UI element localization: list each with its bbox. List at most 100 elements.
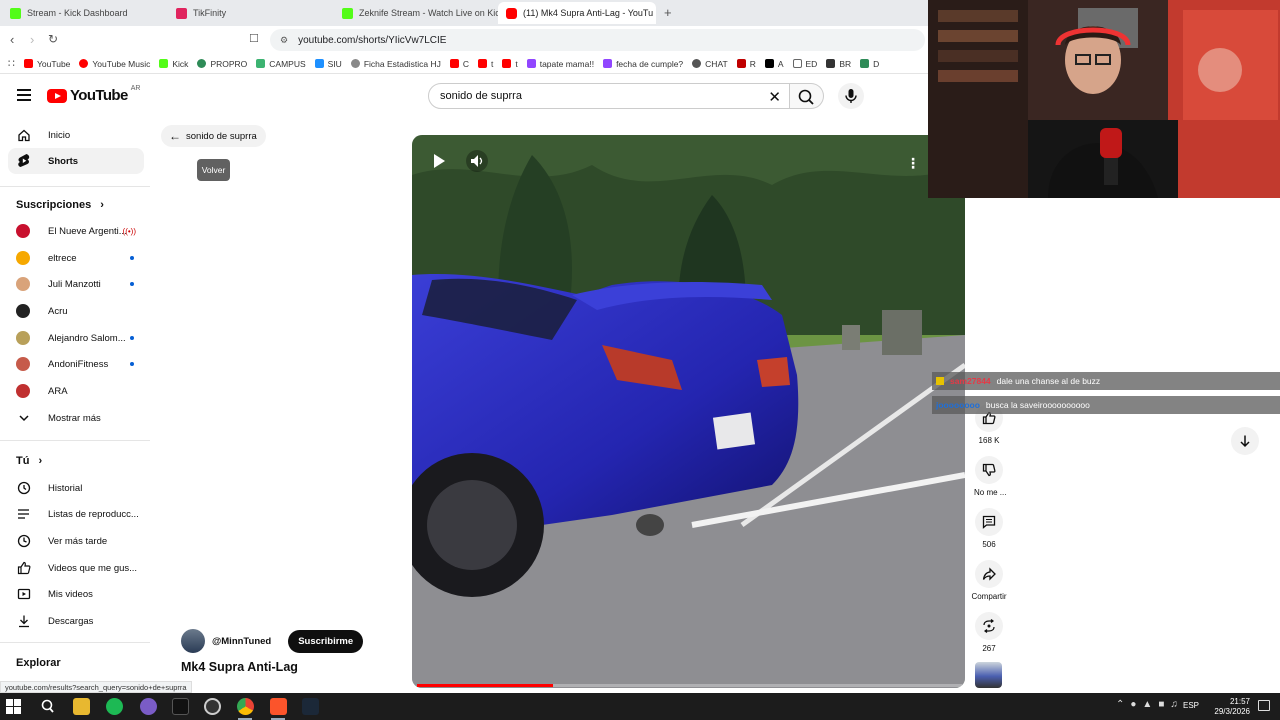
brave-icon[interactable] [270, 698, 287, 715]
bookmark-r[interactable]: R [736, 59, 756, 69]
voice-search-button[interactable] [838, 83, 864, 109]
tab-youtube-short[interactable]: (11) Mk4 Supra Anti-Lag - YouTu ✕ [498, 2, 656, 24]
chevron-right-icon: › [100, 199, 104, 211]
sidebar-item-acru[interactable]: Acru [8, 298, 144, 324]
explore-heading: Explorar [16, 657, 61, 669]
download-icon [16, 613, 32, 629]
chevron-right-icon: › [38, 455, 43, 467]
tab-kick-dashboard[interactable]: Stream - Kick Dashboard [2, 2, 168, 24]
video-frame-supra [412, 135, 965, 688]
youtube-favicon-icon [449, 59, 459, 68]
youtube-favicon-icon [24, 59, 33, 68]
back-to-search-chip[interactable]: ← sonido de suprra [161, 125, 266, 147]
you-heading[interactable]: Tú › [16, 455, 42, 467]
spotify-icon[interactable] [106, 698, 123, 715]
obs-icon[interactable] [204, 698, 221, 715]
bookmark-propro[interactable]: PROPRO [197, 59, 247, 69]
channel-avatar[interactable] [181, 629, 205, 653]
next-short-button[interactable] [1231, 427, 1259, 455]
sidebar-item-historial[interactable]: Historial [8, 475, 144, 501]
youtube-header: YouTube AR sonido de suprra ✕ [0, 75, 930, 117]
new-tab-icon[interactable]: + [664, 5, 672, 20]
sidebar-item-playlists[interactable]: Listas de reproducc... [8, 501, 144, 527]
short-video-player[interactable] [412, 135, 965, 688]
new-content-dot [130, 256, 134, 260]
notification-center-icon[interactable] [1258, 700, 1270, 711]
comments-button[interactable] [975, 508, 1003, 536]
subscriptions-heading[interactable]: Suscripciones › [16, 199, 104, 211]
dislike-button[interactable] [975, 456, 1003, 484]
bookmark-d[interactable]: D [860, 59, 879, 69]
play-button[interactable] [430, 152, 448, 175]
bookmark-fecha-de-cumple[interactable]: fecha de cumple? [603, 59, 683, 69]
clock[interactable]: 21:57 29/3/2026 [1214, 697, 1250, 717]
kick-favicon-icon [159, 59, 169, 68]
bookmark-youtube-music[interactable]: YouTube Music [79, 59, 150, 69]
bookmark-a[interactable]: A [764, 59, 784, 69]
apps-grid-icon[interactable]: ∷ [8, 57, 15, 70]
sidebar-item-juli-manzotti[interactable]: Juli Manzotti [8, 271, 144, 297]
chrome-icon[interactable] [237, 698, 254, 715]
propro-favicon-icon [197, 59, 207, 68]
share-button[interactable] [975, 560, 1003, 588]
menu-icon[interactable] [17, 89, 31, 101]
sidebar-item-show-more[interactable]: Mostrar más [8, 405, 144, 431]
channel-name[interactable]: @MinnTuned [212, 636, 271, 647]
sidebar-item-eltrece[interactable]: eltrece [8, 245, 144, 271]
sidebar-item-liked-videos[interactable]: Videos que me gus... [8, 555, 144, 581]
sidebar-item-my-videos[interactable]: Mis videos [8, 581, 144, 607]
bookmark-campus[interactable]: CAMPUS [256, 59, 306, 69]
sidebar-item-downloads[interactable]: Descargas [8, 608, 144, 634]
section-title: Tú [16, 455, 30, 467]
sidebar-item-label: Mis videos [48, 588, 93, 600]
sidebar-item-label: Inicio [48, 129, 71, 141]
forward-arrow-icon[interactable]: › [30, 32, 34, 47]
search-button[interactable] [790, 83, 824, 109]
address-bar[interactable]: ⚙ youtube.com/shorts/YIicVw7LCIE [270, 29, 925, 51]
discord-icon[interactable] [140, 698, 157, 715]
bookmark-siu[interactable]: SIU [314, 59, 342, 69]
remix-icon [983, 619, 995, 633]
steam-icon[interactable] [302, 698, 319, 715]
windows-start-icon[interactable] [5, 698, 22, 715]
bookmark-ed[interactable]: ED [792, 59, 817, 69]
youtube-logo[interactable]: YouTube AR [47, 85, 140, 104]
sidebar-item-alejandro[interactable]: Alejandro Salom... [8, 325, 144, 351]
bookmark-chat[interactable]: CHAT [692, 59, 728, 69]
sidebar-item-andonifitness[interactable]: AndoniFitness [8, 351, 144, 377]
search-icon[interactable] [39, 698, 56, 715]
sidebar-item-shorts[interactable]: Shorts [8, 148, 144, 174]
more-options-icon[interactable]: ⋮ [906, 155, 920, 172]
remix-button[interactable] [975, 612, 1003, 640]
back-arrow-icon[interactable]: ‹ [10, 32, 14, 47]
tab-zeknife-stream[interactable]: Zeknife Stream - Watch Live on Kick [334, 2, 498, 24]
bookmark-icon[interactable]: ☐ [249, 32, 259, 45]
file-explorer-icon[interactable] [73, 698, 90, 715]
bookmark-youtube[interactable]: YouTube [24, 59, 70, 69]
bookmark-t2[interactable]: t [502, 59, 518, 69]
bookmark-ficha[interactable]: Ficha Estadistica HJ [350, 59, 441, 69]
audio-source-thumbnail[interactable] [975, 662, 1002, 688]
chat-message: joooooooo busca la saveiroooooooooo [932, 396, 1280, 414]
language-indicator[interactable]: ESP [1183, 701, 1199, 710]
bookmark-t1[interactable]: t [477, 59, 493, 69]
tab-tikfinity[interactable]: TikFinity [168, 2, 334, 24]
system-tray-icons[interactable]: ⌃●▲■♫ [1116, 699, 1184, 710]
sidebar-item-inicio[interactable]: Inicio [8, 122, 144, 148]
reload-icon[interactable]: ↻ [48, 32, 58, 46]
search-input[interactable]: sonido de suprra ✕ [428, 83, 790, 109]
subscribe-button[interactable]: Suscribirme [288, 629, 364, 653]
tiktok-icon[interactable] [172, 698, 189, 715]
sidebar-item-el-nueve[interactable]: El Nueve Argenti... ((•)) [8, 218, 144, 244]
sidebar-item-watch-later[interactable]: Ver más tarde [8, 528, 144, 554]
volume-button[interactable] [466, 150, 488, 172]
sidebar-divider [0, 186, 150, 187]
clear-search-icon[interactable]: ✕ [768, 88, 781, 106]
bookmark-c[interactable]: C [449, 59, 469, 69]
bookmark-kick[interactable]: Kick [159, 59, 188, 69]
bookmark-br[interactable]: BR [826, 59, 851, 69]
sidebar-item-label: Acru [48, 305, 68, 317]
bookmark-tapate-mama[interactable]: tapate mama!! [526, 59, 594, 69]
site-settings-icon[interactable]: ⚙ [280, 35, 288, 46]
sidebar-item-ara[interactable]: ARA [8, 378, 144, 404]
